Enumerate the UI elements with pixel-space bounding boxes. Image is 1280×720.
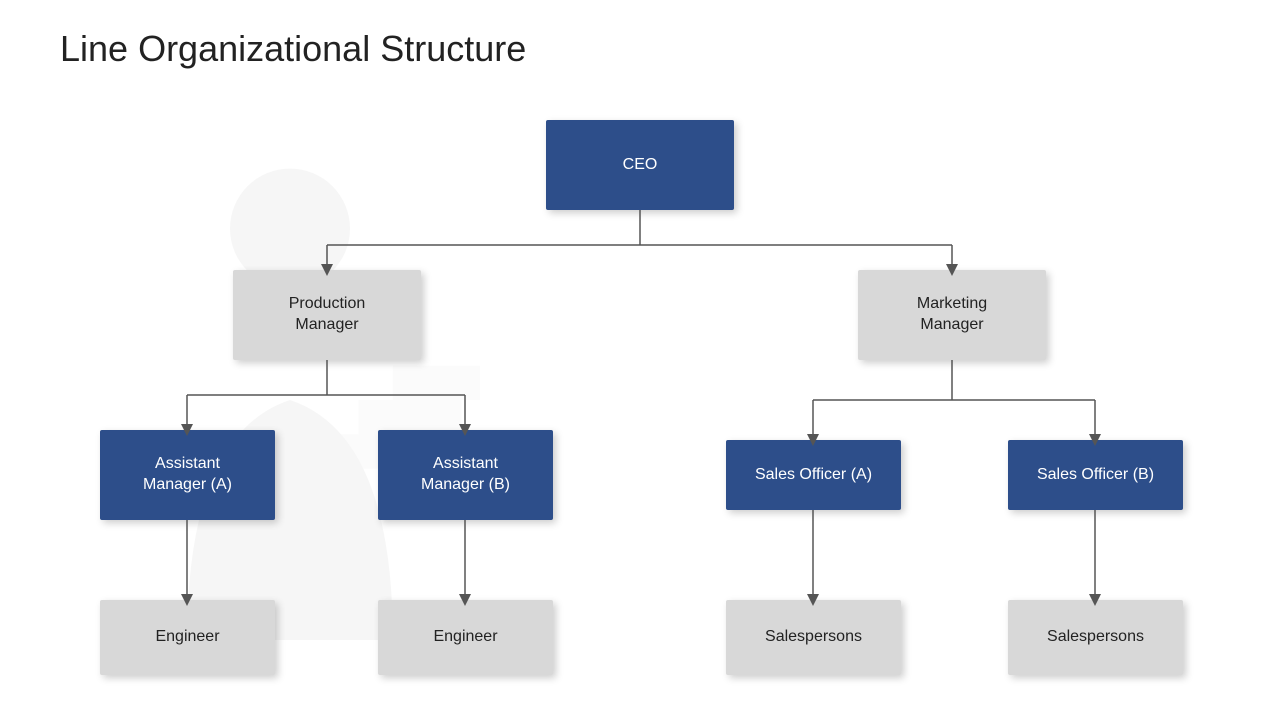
page-title: Line Organizational Structure	[60, 28, 526, 70]
connectors-svg	[0, 90, 1280, 720]
org-chart: CEO ProductionManager MarketingManager A…	[0, 90, 1280, 720]
page: Line Organizational Structure	[0, 0, 1280, 720]
